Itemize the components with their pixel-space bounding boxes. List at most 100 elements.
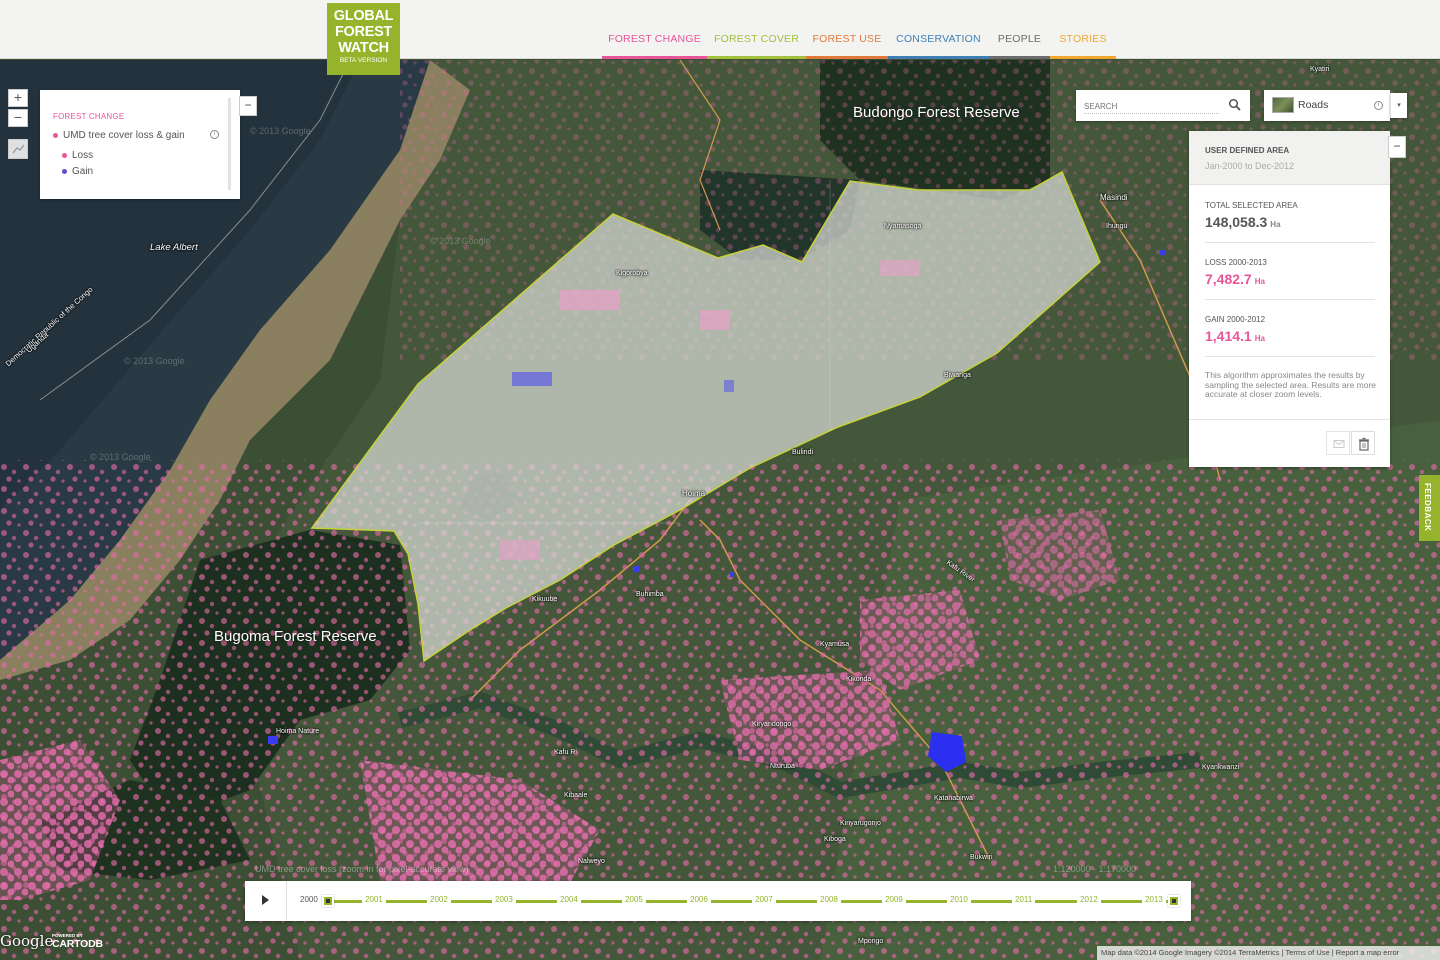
chevron-down-icon[interactable]: ▾ [1390, 93, 1407, 118]
legend-loss-label: Loss [72, 150, 94, 161]
search-box [1076, 90, 1250, 121]
loss-number: 7,482.7 [1205, 271, 1252, 287]
timeline-year[interactable]: 2012 [1077, 895, 1101, 904]
envelope-icon [1333, 440, 1345, 448]
play-icon [262, 895, 269, 905]
analysis-footer [1189, 419, 1390, 467]
timeline-year[interactable]: 2004 [557, 895, 581, 904]
legend-hint: UMD tree cover loss (zoom in for pixel-a… [255, 864, 469, 874]
gfw-logo[interactable]: GLOBAL FOREST WATCH BETA VERSION [327, 3, 400, 75]
timeline-year[interactable]: 2008 [817, 895, 841, 904]
zoom-out-button[interactable]: − [8, 109, 28, 127]
nav-forest-cover[interactable]: FOREST COVER [707, 0, 806, 59]
play-button[interactable] [245, 881, 287, 921]
nav-forest-use[interactable]: FOREST USE [806, 0, 888, 59]
timeline-year[interactable]: 2001 [362, 895, 386, 904]
analysis-collapse-button[interactable]: − [1388, 136, 1406, 158]
delete-button[interactable] [1351, 431, 1375, 455]
trash-icon [1359, 437, 1369, 451]
info-icon[interactable]: i [1374, 101, 1383, 110]
gain-number: 1,414.1 [1205, 328, 1252, 344]
timeline-track[interactable] [325, 900, 1175, 903]
logo-line-1: GLOBAL [333, 8, 394, 24]
layer-name: UMD tree cover loss & gain [63, 130, 185, 141]
timeline-year[interactable]: 2002 [427, 895, 451, 904]
place-label: Biwanga [944, 372, 971, 379]
total-area-label: TOTAL SELECTED AREA [1205, 201, 1298, 210]
nav-people[interactable]: PEOPLE [989, 0, 1050, 59]
google-logo[interactable]: Google [0, 932, 53, 950]
zoom-in-button[interactable]: + [8, 89, 28, 107]
analysis-header: USER DEFINED AREA Jan-2000 to Dec-2012 [1189, 131, 1390, 185]
place-label: Mpongo [858, 938, 884, 945]
search-icon[interactable] [1228, 98, 1242, 112]
timeline-start-handle[interactable] [322, 895, 334, 907]
analysis-title: USER DEFINED AREA [1205, 146, 1290, 155]
legend-loss: Loss [62, 150, 93, 161]
feedback-label: FEEDBACK [1423, 483, 1432, 532]
timeline-year[interactable]: 2003 [492, 895, 516, 904]
subscribe-button[interactable] [1326, 431, 1350, 455]
loss-swatch [62, 152, 67, 158]
nav-stories[interactable]: STORIES [1050, 0, 1116, 59]
timeline-year[interactable]: 2005 [622, 895, 646, 904]
logo-line-2: FOREST [334, 24, 392, 40]
basemap-label: Roads [1298, 99, 1329, 111]
place-label: Kibaale [564, 792, 588, 799]
analysis-panel: USER DEFINED AREA Jan-2000 to Dec-2012 T… [1189, 131, 1390, 467]
place-label: Hoima Nature [276, 728, 320, 735]
loss-value: 7,482.7 Ha [1205, 271, 1265, 287]
place-label: Buhimba [636, 591, 664, 598]
timeline-end-handle[interactable] [1168, 895, 1180, 907]
layers-category-title: FOREST CHANGE [53, 112, 125, 121]
legend-gain-label: Gain [72, 166, 94, 177]
basemap-selector[interactable]: Roads i [1264, 90, 1390, 121]
timeline-year[interactable]: 2010 [947, 895, 971, 904]
gain-label: GAIN 2000-2012 [1205, 315, 1266, 324]
layers-collapse-button[interactable]: − [239, 96, 257, 116]
lake-albert-label: Lake Albert [150, 242, 198, 253]
cartodb-logo[interactable]: POWERED BY CARTODB [52, 933, 103, 950]
place-label: Kigorobya [616, 270, 648, 277]
panel-scrollbar[interactable] [228, 98, 231, 190]
feedback-tab[interactable]: FEEDBACK [1419, 475, 1440, 541]
info-icon[interactable]: i [210, 130, 219, 139]
basemap-thumbnail [1272, 97, 1294, 113]
timeline-year[interactable]: 2006 [687, 895, 711, 904]
logo-line-3: WATCH [338, 40, 389, 56]
place-label: Bulindi [792, 449, 814, 456]
loss-label: LOSS 2000-2013 [1205, 258, 1267, 267]
place-label: Ihungu [1106, 223, 1128, 230]
handle-grip-icon [1172, 899, 1176, 903]
budongo-label: Budongo Forest Reserve [853, 104, 1020, 121]
place-label: Hoima [682, 489, 706, 498]
place-label: Kyatiri [1310, 66, 1330, 73]
place-label: Kiryandongo [752, 721, 792, 728]
place-label: Kyankwanzi [1202, 764, 1240, 771]
analysis-tool-button[interactable] [8, 139, 28, 159]
layer-active-dot [53, 132, 58, 138]
map-attribution[interactable]: Map data ©2014 Google Imagery ©2014 Terr… [1097, 946, 1440, 960]
timeline-year[interactable]: 2007 [752, 895, 776, 904]
map-watermark: © 2013 Google [250, 126, 311, 136]
nav-conservation[interactable]: CONSERVATION [888, 0, 989, 59]
scale-text: 1:120000 - 1:170000 [1053, 864, 1137, 874]
gain-swatch [62, 168, 67, 174]
cartodb-label: CARTODB [52, 938, 103, 950]
unit-label: Ha [1254, 334, 1265, 343]
timeline-year[interactable]: 2013 [1142, 895, 1166, 904]
nav-forest-change[interactable]: FOREST CHANGE [602, 0, 707, 59]
place-label: Kyamusa [820, 641, 850, 648]
timeline-year[interactable]: 2011 [1012, 895, 1036, 904]
total-area-number: 148,058.3 [1205, 214, 1268, 230]
place-label: Kikuube [532, 596, 558, 603]
search-input[interactable] [1084, 100, 1219, 114]
main-nav: FOREST CHANGE FOREST COVER FOREST USE CO… [602, 0, 1116, 59]
timeline-year[interactable]: 2009 [882, 895, 906, 904]
analysis-date-range: Jan-2000 to Dec-2012 [1205, 161, 1295, 171]
gain-value: 1,414.1 Ha [1205, 328, 1265, 344]
unit-label: Ha [1254, 277, 1265, 286]
chart-line-icon [12, 144, 25, 154]
layer-toggle[interactable]: UMD tree cover loss & gain [53, 130, 185, 141]
legend-gain: Gain [62, 166, 93, 177]
